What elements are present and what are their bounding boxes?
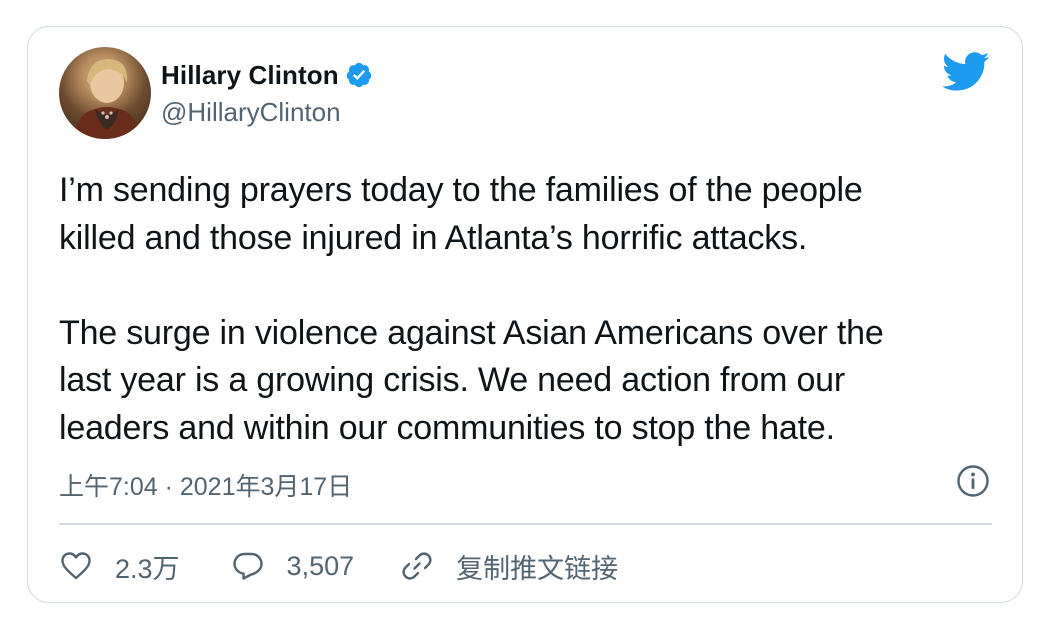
- like-button[interactable]: 2.3万: [59, 547, 180, 586]
- copy-link-label: 复制推文链接: [456, 553, 619, 584]
- link-icon: [402, 552, 432, 580]
- tweet-card[interactable]: Hillary Clinton @HillaryClinton I’m send…: [27, 26, 1023, 603]
- author-handle[interactable]: @HillaryClinton: [161, 97, 341, 128]
- twitter-bird-icon[interactable]: [942, 52, 990, 92]
- verified-badge-icon: [346, 62, 371, 88]
- reply-button[interactable]: 3,507: [231, 549, 355, 583]
- author-name-row[interactable]: Hillary Clinton: [161, 59, 373, 91]
- action-divider: [59, 523, 992, 525]
- reply-count: 3,507: [286, 550, 355, 581]
- author-avatar[interactable]: [59, 47, 151, 139]
- tweet-action-bar: 2.3万 3,507 复制推文链接: [59, 546, 618, 586]
- tweet-timestamp[interactable]: 上午7:04 · 2021年3月17日: [59, 467, 352, 503]
- copy-link-button[interactable]: 复制推文链接: [400, 547, 618, 586]
- author-display-name[interactable]: Hillary Clinton: [161, 60, 339, 91]
- avatar-photo: [73, 59, 141, 139]
- like-count: 2.3万: [115, 553, 180, 584]
- heart-icon: [61, 552, 91, 580]
- reply-bubble-icon: [232, 552, 263, 580]
- info-icon[interactable]: [956, 464, 990, 498]
- tweet-body-text: I’m sending prayers today to the familie…: [59, 171, 884, 447]
